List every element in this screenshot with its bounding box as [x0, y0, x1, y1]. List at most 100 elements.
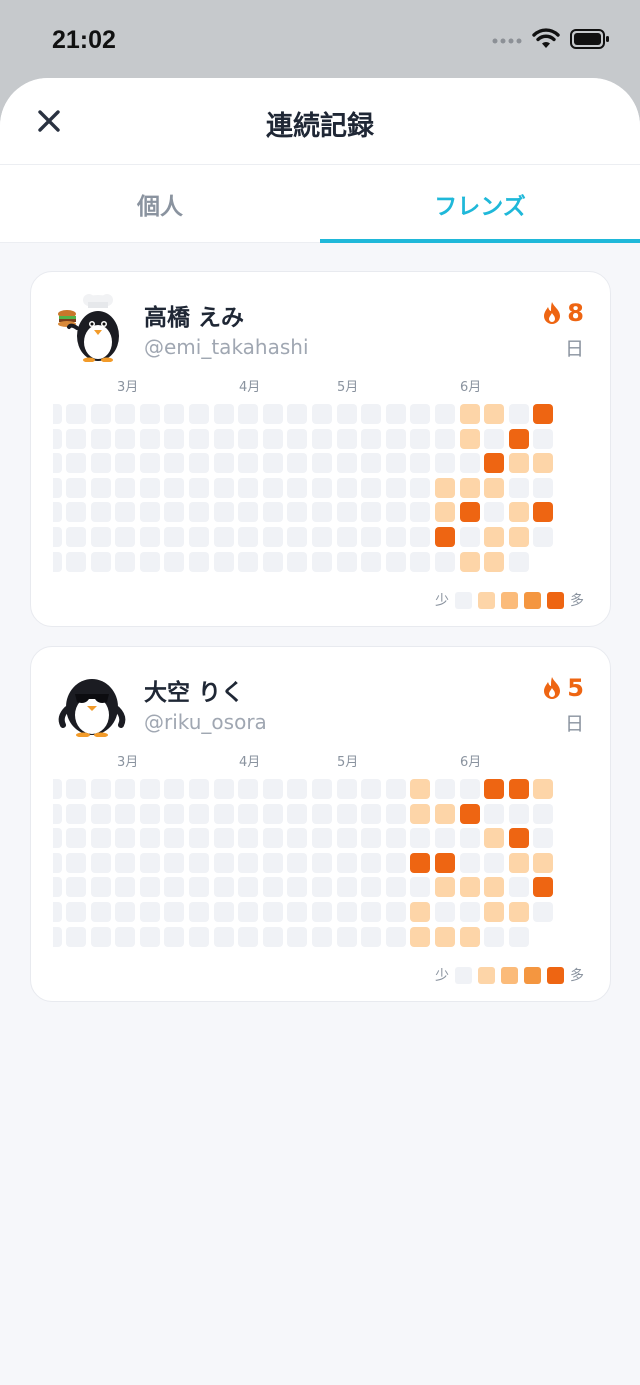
- heatmap-cell: [336, 828, 357, 849]
- heatmap-cell: [410, 902, 431, 922]
- friend-card[interactable]: 大空 りく @riku_osora 5 日 3月 4月 5月 6月 少 多: [30, 646, 611, 1002]
- heatmap-cell: [213, 527, 234, 547]
- legend-level-4: [547, 966, 564, 984]
- heatmap-cell: [533, 779, 554, 799]
- heatmap-cell: [312, 877, 332, 898]
- tab-friends[interactable]: フレンズ: [320, 165, 640, 243]
- heatmap-cell: [410, 779, 431, 799]
- friend-card[interactable]: 高橋 えみ @emi_takahashi 8 日 3月 4月 5月 6月 少 多: [30, 271, 611, 627]
- heatmap-cell: [164, 477, 185, 498]
- heatmap-cell: [238, 803, 259, 824]
- heatmap-cell: [115, 803, 136, 824]
- heatmap-cell: [533, 477, 554, 498]
- friend-handle: @emi_takahashi: [144, 335, 309, 359]
- heatmap-cell: [459, 428, 480, 449]
- heatmap-cell: [139, 877, 160, 898]
- heatmap-cell: [53, 404, 62, 424]
- heatmap-cell: [312, 828, 332, 849]
- heatmap-cell: [287, 477, 308, 498]
- heatmap-cell: [410, 404, 431, 424]
- heatmap-cell: [238, 902, 259, 922]
- heatmap-cell: [484, 902, 505, 922]
- heatmap-cell: [459, 477, 480, 498]
- page-title: 連続記録: [266, 111, 374, 142]
- heatmap-cell: [484, 828, 505, 849]
- heatmap-cell: [164, 803, 185, 824]
- heatmap-cell: [312, 852, 332, 873]
- month-label: 4月: [239, 755, 261, 770]
- battery-icon: [570, 29, 609, 49]
- wifi-icon: [532, 28, 560, 48]
- heatmap-cell: [385, 428, 406, 449]
- heatmap-cell: [189, 779, 209, 799]
- heatmap-cell: [459, 803, 480, 824]
- friend-name: 大空 りく: [144, 680, 245, 706]
- heatmap-cell: [410, 803, 431, 824]
- heatmap-cell: [66, 877, 86, 898]
- heatmap-cell: [533, 877, 554, 898]
- heatmap-cell: [164, 852, 185, 873]
- heatmap-cell: [533, 502, 554, 523]
- heatmap-cell: [312, 502, 332, 523]
- heatmap-cell: [213, 803, 234, 824]
- heatmap-cell: [508, 551, 529, 572]
- heatmap-cell: [238, 779, 259, 799]
- heatmap-cell: [53, 926, 62, 947]
- heatmap-cell: [238, 428, 259, 449]
- streak-unit: 日: [564, 338, 584, 360]
- heatmap-cell: [312, 404, 332, 424]
- heatmap-cell: [66, 779, 86, 799]
- tab-personal[interactable]: 個人: [0, 165, 320, 242]
- heatmap-cell: [508, 453, 529, 474]
- heatmap-cell: [361, 828, 382, 849]
- heatmap-cell: [336, 527, 357, 547]
- heatmap-cell: [262, 453, 283, 474]
- heatmap-cell: [508, 877, 529, 898]
- heatmap-cell: [361, 453, 382, 474]
- heatmap-cell: [262, 803, 283, 824]
- friend-handle: @riku_osora: [144, 710, 267, 734]
- heatmap-cell: [164, 527, 185, 547]
- heatmap-cell: [336, 926, 357, 947]
- heatmap-cell: [213, 926, 234, 947]
- activity-heatmap: 3月 4月 5月 6月: [53, 751, 593, 951]
- heatmap-cell: [189, 502, 209, 523]
- heatmap-cell: [385, 902, 406, 922]
- heatmap-cell: [139, 404, 160, 424]
- heatmap-cell: [508, 926, 529, 947]
- heatmap-cell: [336, 502, 357, 523]
- heatmap-cell: [189, 551, 209, 572]
- heatmap-cell: [435, 902, 455, 922]
- heatmap-cell: [385, 852, 406, 873]
- heatmap-cell: [238, 453, 259, 474]
- legend-level-0: [455, 591, 472, 609]
- heatmap-cell: [115, 428, 136, 449]
- heatmap-legend: 少 多: [435, 590, 584, 610]
- heatmap-cell: [336, 803, 357, 824]
- heatmap-cell: [53, 902, 62, 922]
- heatmap-cell: [164, 428, 185, 449]
- heatmap-cell: [164, 902, 185, 922]
- heatmap-cell: [213, 428, 234, 449]
- heatmap-cell: [115, 828, 136, 849]
- heatmap-cell: [533, 404, 554, 424]
- heatmap-cell: [139, 477, 160, 498]
- heatmap-cell: [484, 803, 505, 824]
- heatmap-cell: [139, 428, 160, 449]
- legend-more-label: 多: [570, 593, 584, 609]
- heatmap-cell: [336, 428, 357, 449]
- heatmap-cell: [410, 453, 431, 474]
- heatmap-cell: [53, 453, 62, 474]
- legend-level-0: [455, 966, 472, 984]
- heatmap-cell: [115, 502, 136, 523]
- heatmap-cell: [189, 428, 209, 449]
- heatmap-cell: [435, 527, 455, 547]
- heatmap-cell: [164, 926, 185, 947]
- heatmap-cell: [312, 779, 332, 799]
- heatmap-cell: [238, 926, 259, 947]
- heatmap-cell: [213, 902, 234, 922]
- heatmap-cell: [336, 779, 357, 799]
- heatmap-cell: [238, 877, 259, 898]
- heatmap-cell: [139, 803, 160, 824]
- heatmap-cell: [164, 551, 185, 572]
